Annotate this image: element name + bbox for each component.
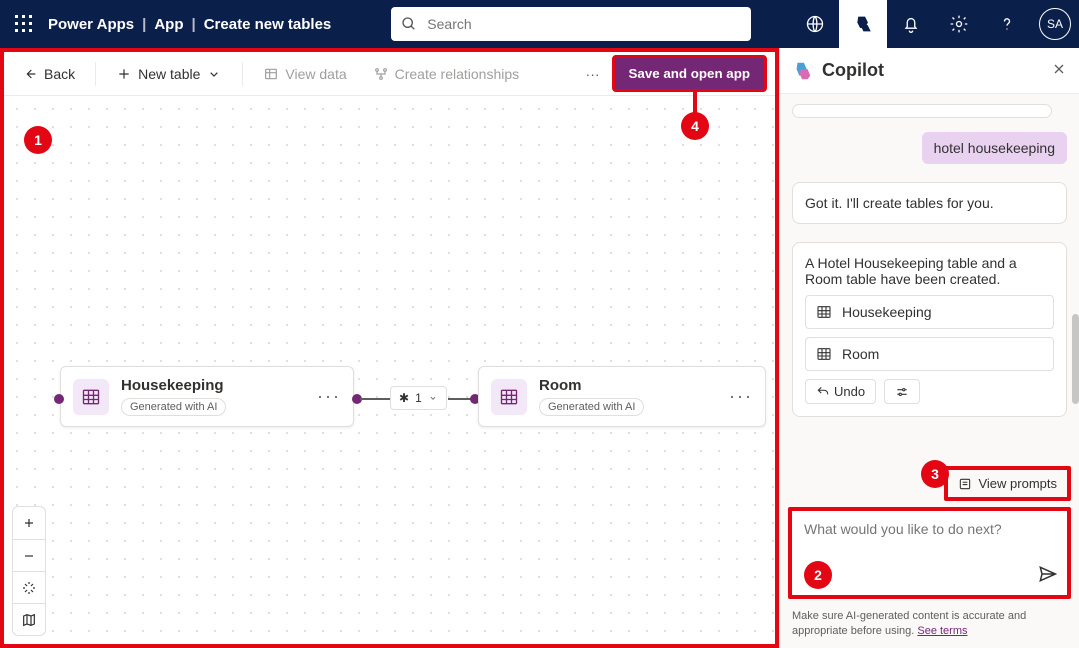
- view-data-label: View data: [285, 66, 346, 82]
- callout-3: 3: [921, 460, 949, 488]
- breadcrumb-sep: |: [142, 16, 146, 33]
- table-icon-box: [73, 379, 109, 415]
- connection-port[interactable]: [54, 394, 64, 404]
- prompt-input-box: 2: [788, 507, 1071, 599]
- create-rel-label: Create relationships: [395, 66, 520, 82]
- relationship-line: [360, 398, 390, 400]
- create-relationships-button[interactable]: Create relationships: [363, 60, 530, 88]
- breadcrumb-app[interactable]: Power Apps: [48, 16, 134, 33]
- breadcrumb-sep: |: [192, 16, 196, 33]
- help-button[interactable]: [983, 0, 1031, 48]
- undo-label: Undo: [834, 384, 865, 399]
- scrollbar-thumb[interactable]: [1072, 314, 1079, 404]
- canvas-area: 1 Back New table View data Create relati…: [0, 48, 779, 648]
- search-box: [391, 7, 751, 41]
- card-menu-button[interactable]: ···: [317, 386, 341, 407]
- search-icon: [401, 16, 417, 32]
- breadcrumb-page: Create new tables: [204, 16, 332, 33]
- view-prompts-button[interactable]: View prompts: [944, 466, 1071, 501]
- zoom-out-button[interactable]: [13, 539, 45, 571]
- rel-label: 1: [415, 391, 422, 405]
- disclaimer-text: Make sure AI-generated content is accura…: [792, 610, 1026, 636]
- close-icon: [1051, 61, 1067, 77]
- send-button[interactable]: [1037, 564, 1057, 587]
- undo-icon: [816, 385, 830, 399]
- copilot-panel: Copilot hotel housekeeping Got it. I'll …: [779, 48, 1079, 648]
- card-menu-button[interactable]: ···: [729, 386, 753, 407]
- copilot-header: Copilot: [780, 48, 1079, 94]
- avatar[interactable]: SA: [1039, 8, 1071, 40]
- toolbar-overflow-button[interactable]: ···: [580, 60, 606, 88]
- breadcrumb: Power Apps | App | Create new tables: [48, 16, 331, 33]
- assistant-text: Got it. I'll create tables for you.: [805, 195, 994, 211]
- table-icon-box: [491, 379, 527, 415]
- new-table-button[interactable]: New table: [106, 60, 232, 88]
- table-icon: [816, 346, 832, 362]
- table-icon: [816, 304, 832, 320]
- prompt-input[interactable]: [804, 521, 1055, 537]
- table-chip-room[interactable]: Room: [805, 337, 1054, 371]
- nav-icon-group: SA: [791, 0, 1071, 48]
- table-title: Room: [539, 377, 644, 394]
- arrow-left-icon: [22, 66, 38, 82]
- environment-button[interactable]: [791, 0, 839, 48]
- ai-disclaimer: Make sure AI-generated content is accura…: [780, 605, 1079, 648]
- chip-label: Room: [842, 346, 879, 362]
- assistant-message: Got it. I'll create tables for you.: [792, 182, 1067, 224]
- settings-button[interactable]: [935, 0, 983, 48]
- relationship-pill[interactable]: ✱ 1: [390, 386, 447, 410]
- table-card-housekeeping[interactable]: Housekeeping Generated with AI ···: [60, 366, 354, 427]
- callout-1: 1: [24, 126, 52, 154]
- back-button[interactable]: Back: [12, 60, 85, 88]
- search-input[interactable]: [391, 7, 751, 41]
- copilot-close-button[interactable]: [1051, 61, 1067, 80]
- table-icon: [81, 387, 101, 407]
- sliders-icon: [895, 385, 909, 399]
- callout-4: 4: [681, 112, 709, 140]
- ai-badge: Generated with AI: [121, 398, 226, 416]
- copilot-title: Copilot: [822, 60, 884, 81]
- previous-message-peek: [792, 104, 1052, 118]
- relationship-icon: [373, 66, 389, 82]
- table-title: Housekeeping: [121, 377, 226, 394]
- app-launcher-button[interactable]: [0, 0, 48, 48]
- zoom-controls: [12, 506, 46, 636]
- user-message: hotel housekeeping: [922, 132, 1067, 164]
- plus-icon: [116, 66, 132, 82]
- design-canvas[interactable]: Housekeeping Generated with AI ··· ✱ 1: [4, 96, 775, 644]
- ai-badge: Generated with AI: [539, 398, 644, 416]
- copilot-messages: hotel housekeeping Got it. I'll create t…: [780, 94, 1079, 462]
- chip-label: Housekeeping: [842, 304, 932, 320]
- new-table-label: New table: [138, 66, 200, 82]
- table-chip-housekeeping[interactable]: Housekeeping: [805, 295, 1054, 329]
- send-icon: [1037, 564, 1057, 584]
- table-icon: [263, 66, 279, 82]
- minimap-button[interactable]: [13, 603, 45, 635]
- breadcrumb-section[interactable]: App: [154, 16, 183, 33]
- chevron-down-icon: [428, 393, 438, 403]
- top-nav: Power Apps | App | Create new tables SA: [0, 0, 1079, 48]
- copilot-toggle-button[interactable]: [839, 0, 887, 48]
- fit-to-screen-button[interactable]: [13, 571, 45, 603]
- save-and-open-button[interactable]: Save and open app: [612, 55, 767, 92]
- see-terms-link[interactable]: See terms: [917, 625, 967, 637]
- view-prompts-label: View prompts: [978, 476, 1057, 491]
- prompts-icon: [958, 477, 972, 491]
- chevron-down-icon: [206, 66, 222, 82]
- rel-icon: ✱: [399, 391, 409, 405]
- table-card-room[interactable]: Room Generated with AI ···: [478, 366, 766, 427]
- back-label: Back: [44, 66, 75, 82]
- assistant-text: A Hotel Housekeeping table and a Room ta…: [805, 255, 1054, 287]
- adjust-button[interactable]: [884, 379, 920, 404]
- zoom-in-button[interactable]: [13, 507, 45, 539]
- view-data-button[interactable]: View data: [253, 60, 356, 88]
- copilot-logo-icon: [792, 60, 814, 82]
- canvas-toolbar: Back New table View data Create relation…: [4, 52, 775, 96]
- table-icon: [499, 387, 519, 407]
- callout-2: 2: [804, 561, 832, 589]
- relationship-line: [448, 398, 472, 400]
- undo-button[interactable]: Undo: [805, 379, 876, 404]
- assistant-message: A Hotel Housekeeping table and a Room ta…: [792, 242, 1067, 417]
- notifications-button[interactable]: [887, 0, 935, 48]
